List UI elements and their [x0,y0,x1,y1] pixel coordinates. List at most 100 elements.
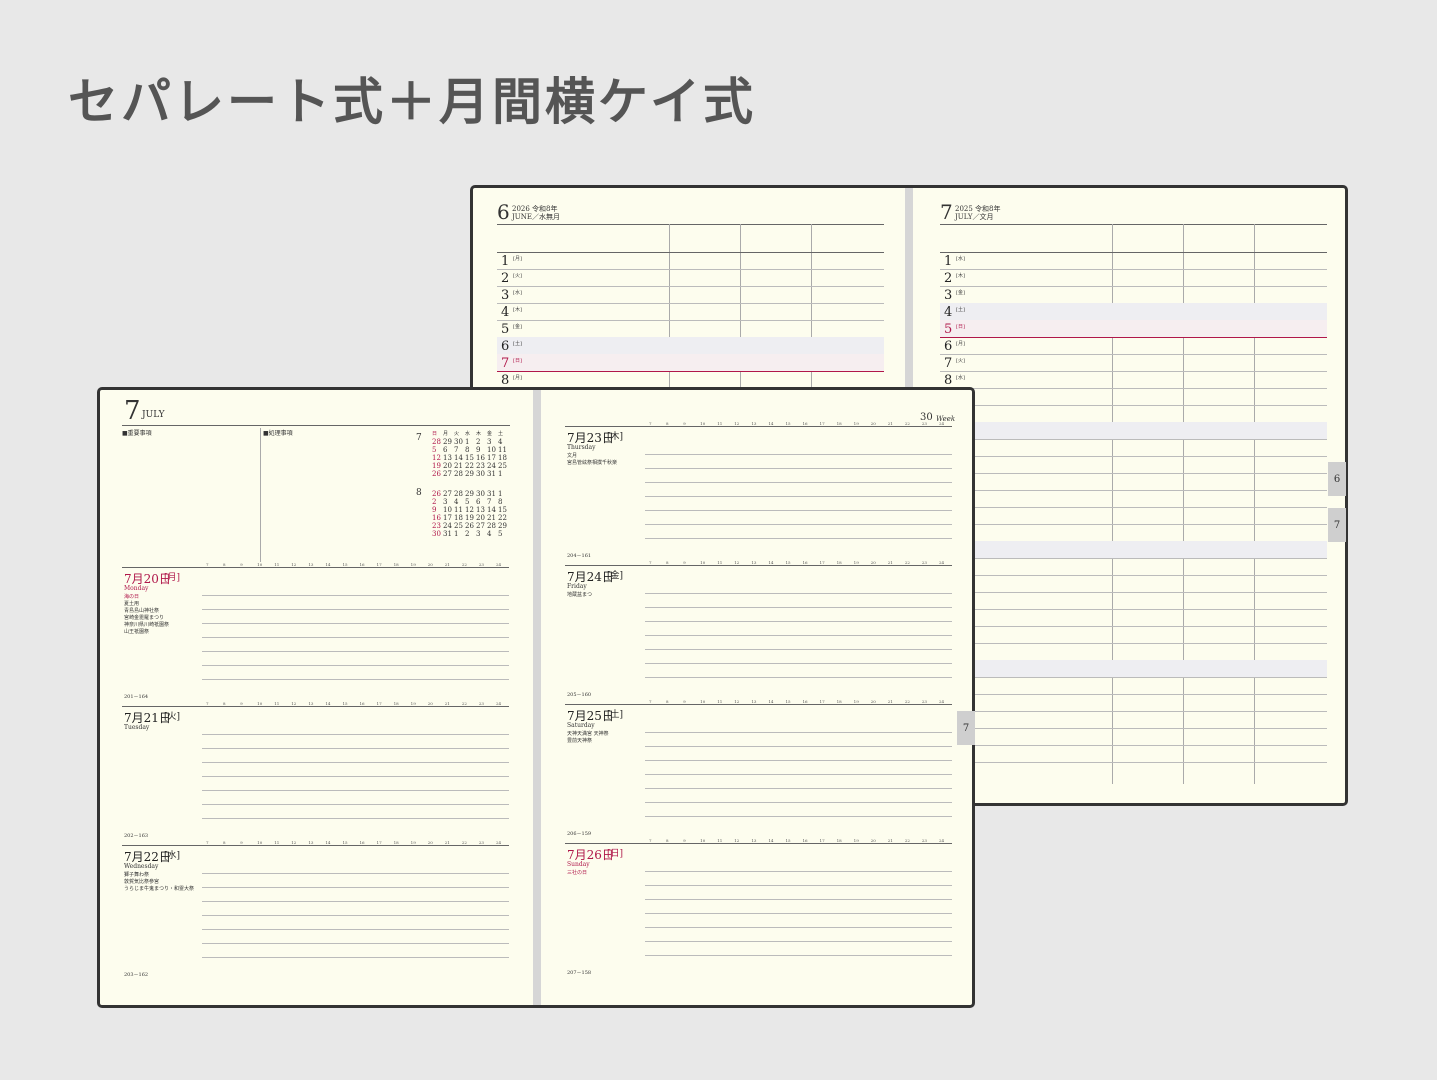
grid-row-rule [940,269,1327,270]
day-write-line [645,899,952,900]
hour-tick: 21 [444,562,450,567]
mini-cal-day: 2 [465,530,470,538]
mini-cal-day: 11 [498,446,507,454]
day-write-line [645,746,952,747]
grid-row-rule [940,575,1327,576]
task-memo-text: 処理事項 [268,430,293,437]
hour-tick: 19 [853,560,859,565]
mini-cal-day: 28 [454,490,463,498]
hour-tick: 18 [393,562,399,567]
day-write-line [202,873,509,874]
day-note: 神奈川県川崎祇園祭 [124,622,170,628]
hour-tick: 10 [700,838,706,843]
mini-cal-day: 27 [443,490,452,498]
mini-cal-day: 7 [487,498,492,506]
front-month-tab-7[interactable]: 7 [957,711,975,745]
mini-cal-day: 26 [465,522,474,530]
mini-cal-day: 13 [443,454,452,462]
day-weekday: [月] [164,573,181,583]
day-write-line [202,804,509,805]
hour-tick: 8 [223,840,226,845]
mini-cal-day: 16 [476,454,485,462]
day-weekday: [火] [164,712,181,722]
month-tab-7[interactable]: 7 [1328,508,1346,542]
hour-tick: 15 [342,840,348,845]
hour-tick: 9 [683,699,686,704]
day-english: Monday [124,585,149,592]
grid-top-rule [497,224,884,225]
mini-cal-day: 31 [487,490,496,498]
day-note: 宮崎金毘羅まつり [124,615,165,621]
day-write-line [202,762,509,763]
grid-row-rule [940,439,1327,440]
mini-cal-day: 22 [498,514,507,522]
day-footer-count: 203－162 [124,972,149,978]
mini-cal-day: 30 [476,470,485,478]
mini-cal-day: 3 [476,530,481,538]
day-write-line [645,510,952,511]
grid-day-number: 4 [501,305,510,320]
hour-tick: 14 [325,701,331,706]
mini-cal-day: 15 [498,506,507,514]
hour-tick: 14 [768,699,774,704]
hour-tick: 21 [444,840,450,845]
mini-cal-day: 1 [465,438,470,446]
grid-day-weekday: [水] [956,375,965,381]
mini-cal-day: 28 [454,470,463,478]
grid-day-weekday: [火] [956,358,965,364]
mini-cal-day: 13 [476,506,485,514]
hour-tick: 20 [870,560,876,565]
day-note: 山王祇園祭 [124,629,150,635]
grid-day-weekday: [日] [956,324,965,330]
grid-row-rule [940,643,1327,644]
hour-tick: 18 [836,699,842,704]
grid-row-rule [940,609,1327,610]
hour-tick: 19 [410,701,416,706]
day-write-line [202,818,509,819]
hour-tick: 13 [308,840,314,845]
hour-tick: 8 [666,560,669,565]
day-note: 敦賀気比祭参宮 [124,879,160,885]
mini-cal-day: 15 [465,454,474,462]
month-tab-6[interactable]: 6 [1328,462,1346,496]
day-write-line [202,776,509,777]
mini-cal-day: 17 [487,454,496,462]
day-write-line [645,607,952,608]
mini-cal-day: 26 [432,470,441,478]
mini-cal-day: 18 [498,454,507,462]
mini-cal-weekday: 月 [443,431,449,437]
memo-divider [260,428,261,562]
hour-tick: 11 [717,560,723,565]
day-write-line [645,788,952,789]
day-write-line [645,760,952,761]
mini-cal-day: 4 [487,530,492,538]
grid-row-rule [940,405,1327,406]
hour-tick: 12 [291,840,297,845]
grid-day-number: 2 [501,271,510,286]
hour-tick: 9 [240,701,243,706]
hour-tick: 18 [836,421,842,426]
important-memo-text: 重要事項 [127,430,152,437]
mini-cal-day: 9 [432,506,437,514]
mini-cal-month-2: 8 [416,488,422,498]
mini-cal-weekday: 金 [487,431,493,437]
day-write-line [202,915,509,916]
grid-row-rule [940,745,1327,746]
grid-shaded-row [497,337,884,354]
day-write-line [645,621,952,622]
hour-tick: 17 [819,421,825,426]
grid-day-weekday: [水] [513,290,522,296]
mini-cal-day: 20 [443,462,452,470]
hour-tick: 21 [887,838,893,843]
grid-day-weekday: [金] [513,324,522,330]
grid-header-rule [497,252,884,253]
grid-day-number: 1 [944,254,953,269]
grid-day-weekday: [水] [956,256,965,262]
mini-cal-day: 29 [498,522,507,530]
grid-row-rule [940,677,1327,678]
grid-day-number: 7 [501,356,510,371]
grid-row-rule [940,354,1327,355]
mini-cal-day: 21 [487,514,496,522]
grid-day-weekday: [土] [956,307,965,313]
day-block-top-rule [565,843,952,844]
